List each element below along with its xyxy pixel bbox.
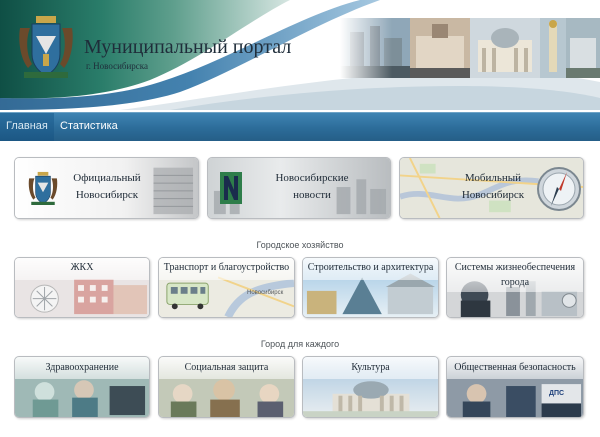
housing-tile-label: ЖКХ xyxy=(70,262,94,273)
life-support-tile-label: Системы жизнеобеспечения города xyxy=(447,262,583,288)
tile-transport[interactable]: Транспорт и благоустройство Новосибирск xyxy=(158,257,295,318)
portal-city: г. Новосибирска xyxy=(86,61,149,71)
safety-tile-badge: ДПС xyxy=(549,390,565,397)
life-support-tile-line1: Системы жизнеобеспечения xyxy=(454,262,576,273)
news-tile-line2: новости xyxy=(293,189,331,201)
mobile-tile-line1: Мобильный xyxy=(464,172,522,184)
tile-public-safety[interactable]: Общественная безопасность ДПС xyxy=(446,356,584,418)
site-header: Муниципальный портал г. Новосибирска xyxy=(0,0,600,110)
section-title-city-for-everyone: Город для каждого xyxy=(260,339,340,349)
news-logo-icon xyxy=(220,172,242,204)
portal-title: Муниципальный портал xyxy=(84,36,292,58)
compass-icon xyxy=(537,167,581,211)
tile-social-protection[interactable]: Социальная защита xyxy=(158,356,295,418)
coat-of-arms-icon xyxy=(19,16,73,78)
nav-item-home[interactable]: Главная xyxy=(0,113,54,141)
social-tile-label: Социальная защита xyxy=(184,362,269,373)
news-tile-line1: Новосибирские xyxy=(275,172,349,184)
tile-life-support[interactable]: Системы жизнеобеспечения города xyxy=(446,257,584,318)
life-support-tile-line2: города xyxy=(500,277,530,288)
tile-healthcare[interactable]: Здравоохранение xyxy=(14,356,150,418)
transport-map-label: Новосибирск xyxy=(247,290,284,296)
nav-item-statistics[interactable]: Статистика xyxy=(54,113,124,141)
safety-tile-label: Общественная безопасность xyxy=(454,362,576,373)
city-panorama-photos xyxy=(340,18,600,78)
transport-tile-label: Транспорт и благоустройство xyxy=(163,262,290,273)
news-tile-label: Новосибирские новости xyxy=(252,170,372,204)
tile-culture[interactable]: Культура xyxy=(302,356,439,418)
section-title-city-economy: Городское хозяйство xyxy=(256,240,344,250)
tile-official-novosibirsk[interactable]: Официальный Новосибирск xyxy=(14,157,199,219)
healthcare-tile-label: Здравоохранение xyxy=(45,362,119,373)
main-navigation: Главная Статистика xyxy=(0,112,600,141)
official-tile-line2: Новосибирск xyxy=(75,189,139,201)
mobile-tile-line2: Новосибирск xyxy=(461,189,525,201)
tile-mobile-novosibirsk[interactable]: Мобильный Новосибирск xyxy=(399,157,584,219)
coat-of-arms-icon xyxy=(28,171,58,205)
culture-tile-label: Культура xyxy=(351,362,390,373)
official-tile-line1: Официальный xyxy=(73,172,141,184)
tile-novosibirsk-news[interactable]: Новосибирские новости xyxy=(207,157,391,219)
construction-tile-label: Строительство и архитектура xyxy=(307,262,434,273)
tile-housing-utilities[interactable]: ЖКХ xyxy=(14,257,150,318)
tile-construction-architecture[interactable]: Строительство и архитектура xyxy=(302,257,439,318)
mobile-tile-label: Мобильный Новосибирск xyxy=(448,170,538,204)
official-tile-label: Официальный Новосибирск xyxy=(67,170,147,204)
